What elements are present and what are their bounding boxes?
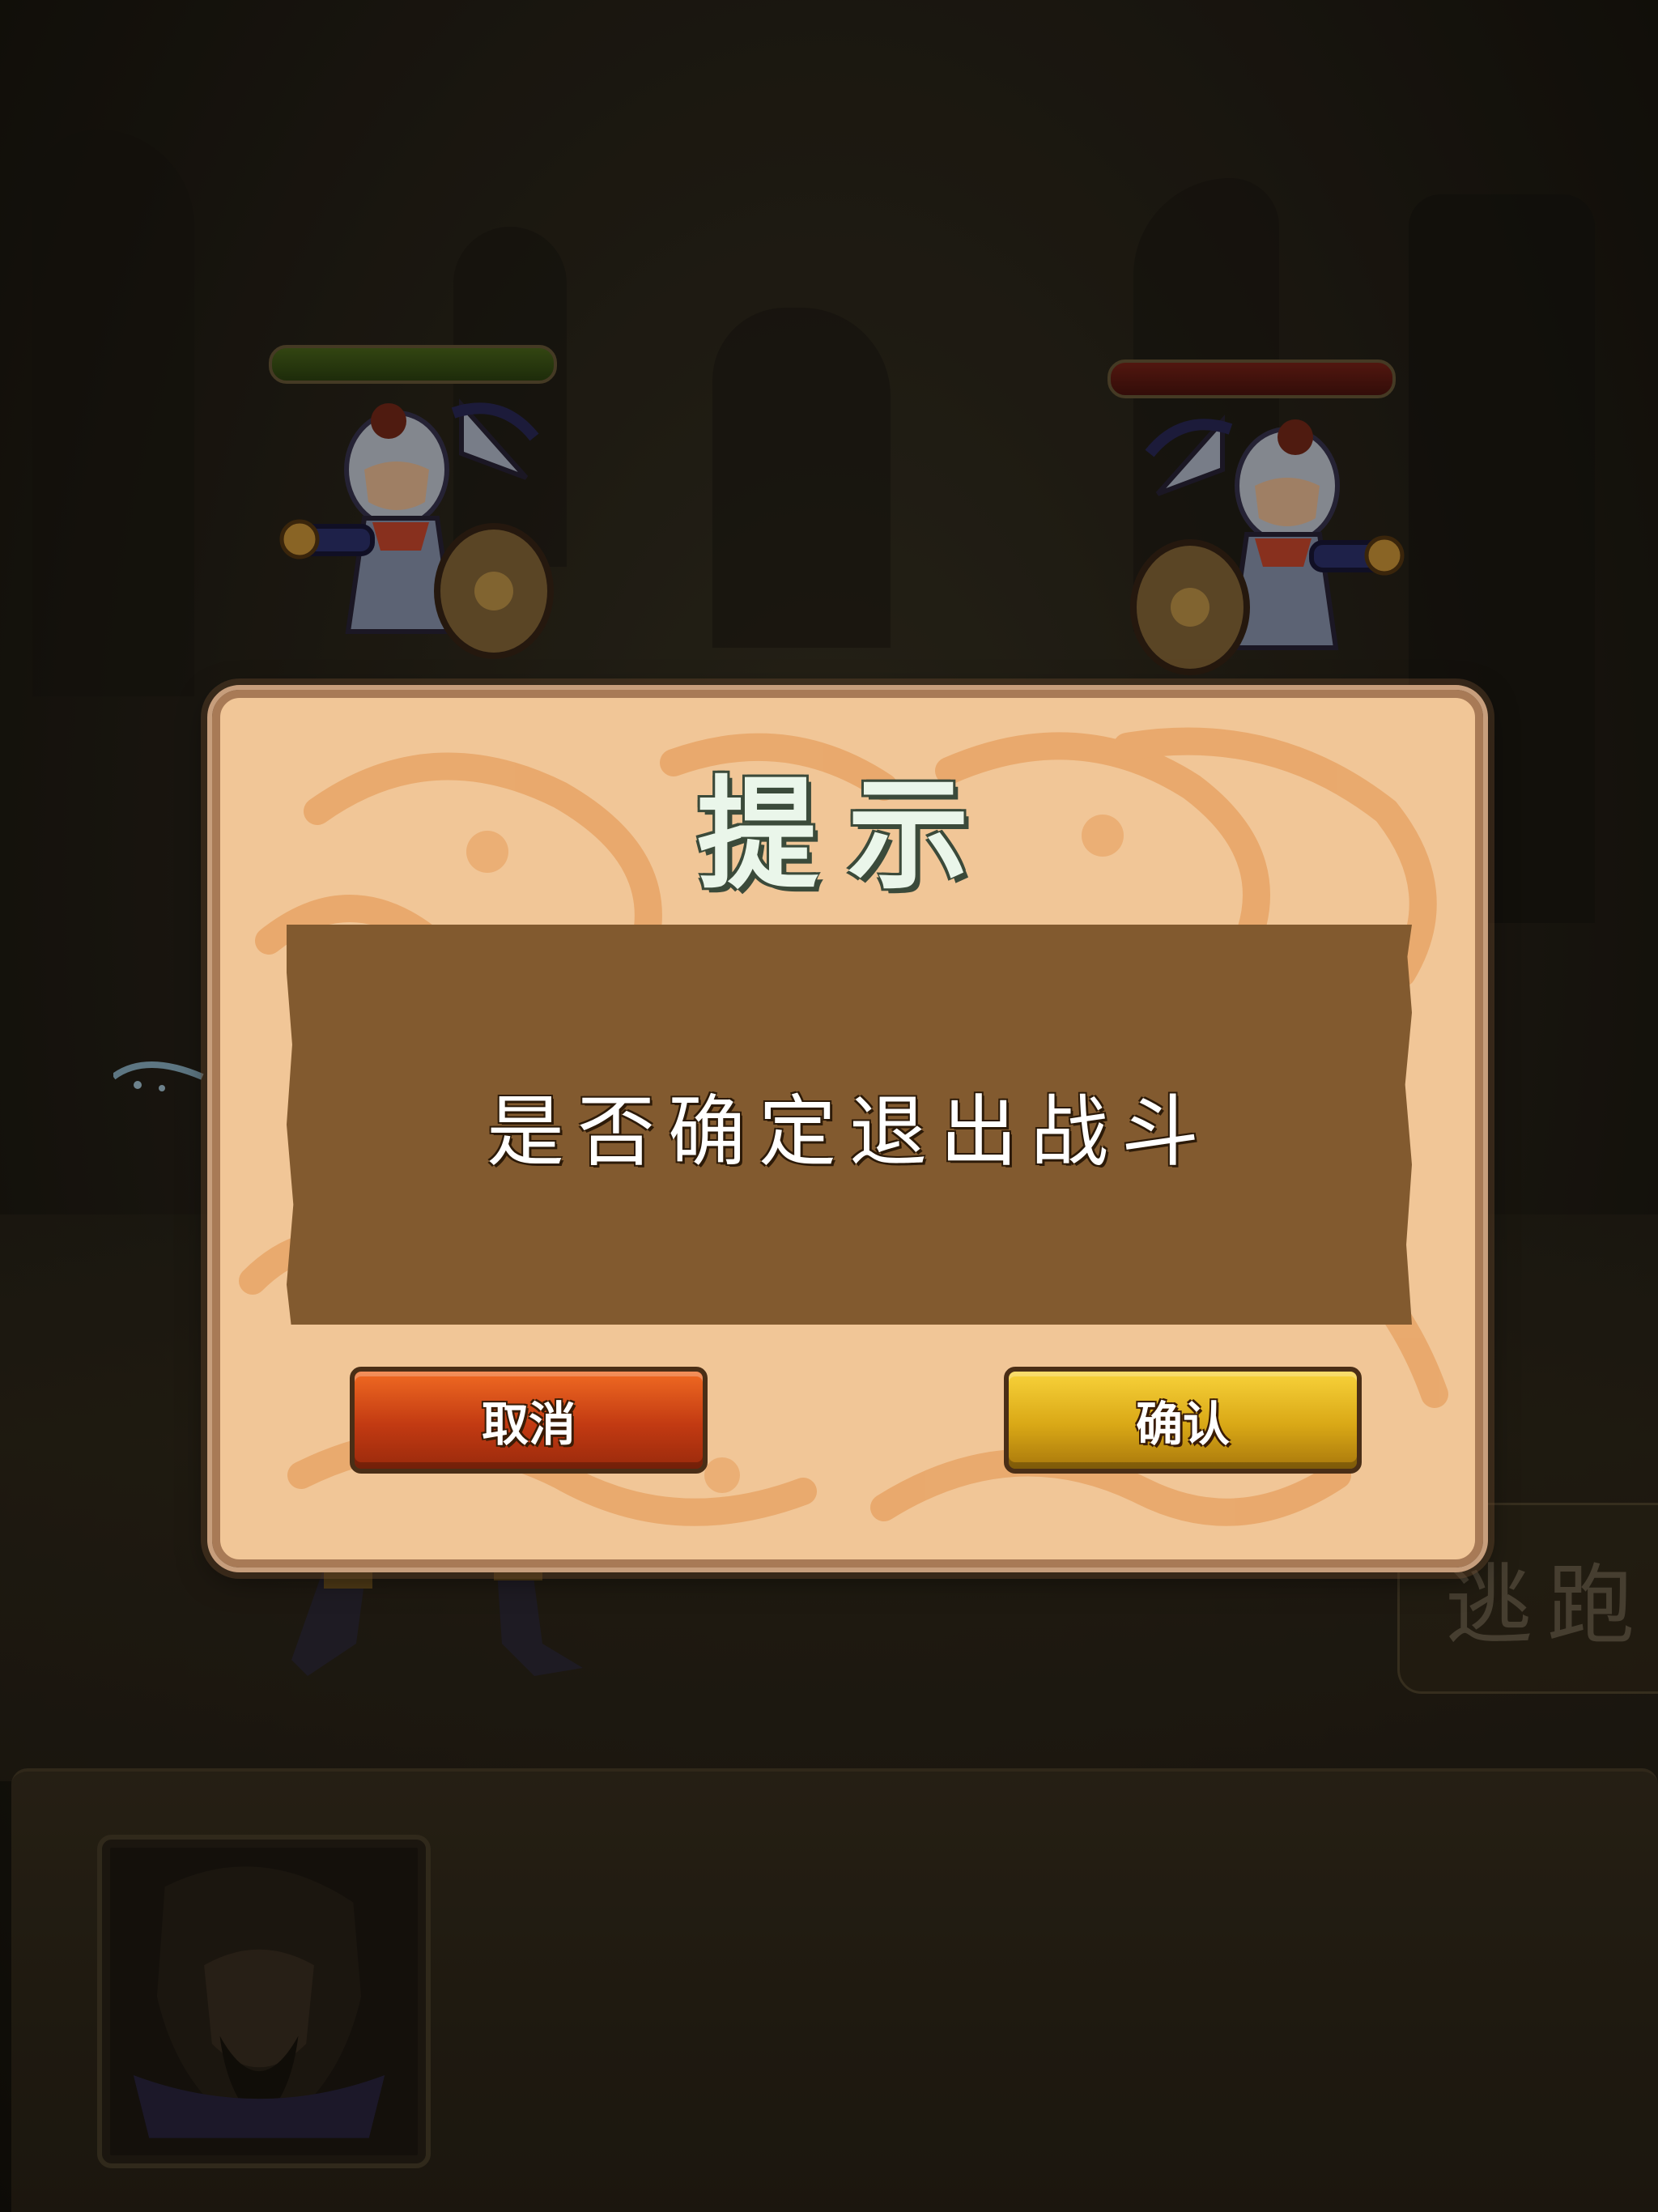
- dialog-title: 提示: [696, 765, 998, 906]
- confirm-button[interactable]: 确认: [1004, 1367, 1362, 1474]
- cancel-button-label: 取消: [481, 1397, 576, 1452]
- battle-screen: 逃跑 提示 是否确定退出战斗 取消 确认: [0, 0, 1658, 2212]
- exit-battle-dialog: 提示 是否确定退出战斗 取消 确认: [207, 685, 1488, 1572]
- cancel-button[interactable]: 取消: [350, 1367, 708, 1474]
- message-board: 是否确定退出战斗: [287, 925, 1412, 1325]
- dialog-message: 是否确定退出战斗: [487, 1086, 1212, 1177]
- confirm-button-label: 确认: [1135, 1397, 1230, 1452]
